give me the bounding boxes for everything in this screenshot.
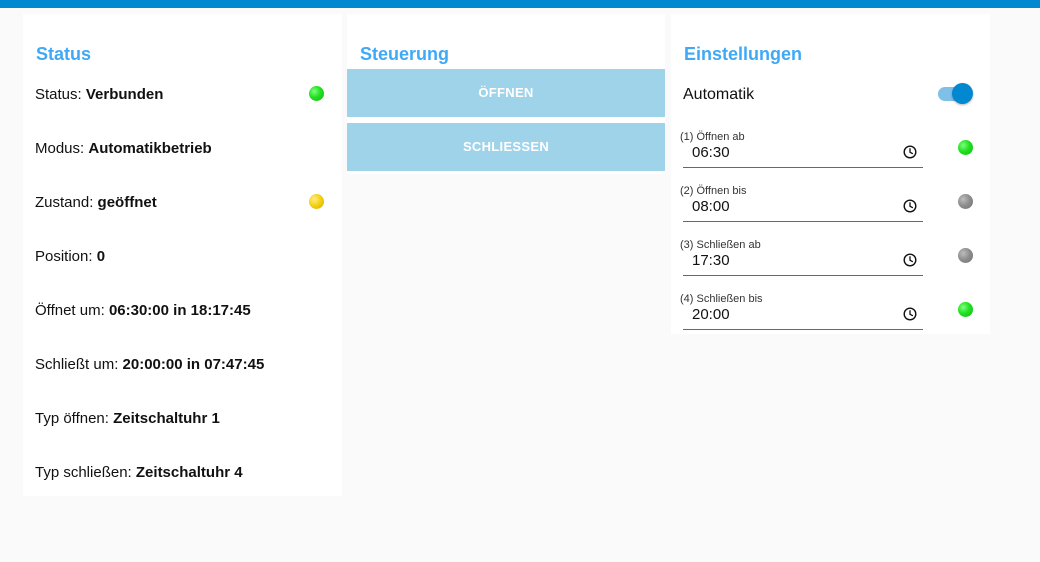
timer-value[interactable]: 06:30 (692, 144, 730, 162)
automatik-label: Automatik (683, 86, 755, 103)
status-row-state: Zustand: geöffnet (35, 191, 157, 215)
status-row-value: geöffnet (97, 194, 157, 211)
timer-field-close-from[interactable]: (3) Schließen ab 17:30 (680, 239, 923, 276)
clock-icon[interactable] (903, 307, 917, 321)
timer-field-close-until[interactable]: (4) Schließen bis 20:00 (680, 293, 923, 330)
settings-title: Einstellungen (684, 44, 803, 64)
status-row-closes-at: Schließt um: 20:00:00 in 07:47:45 (35, 353, 264, 377)
status-row-label: Status: (35, 86, 86, 103)
status-row-mode: Modus: Automatikbetrieb (35, 137, 212, 161)
timer-4-led-icon (958, 302, 973, 317)
clock-icon[interactable] (903, 199, 917, 213)
status-row-value: Automatikbetrieb (88, 140, 212, 157)
timer-label: (2) Öffnen bis (680, 185, 747, 197)
timer-value[interactable]: 17:30 (692, 252, 730, 270)
timer-2-led-icon (958, 194, 973, 209)
timer-label: (4) Schließen bis (680, 293, 763, 305)
settings-card: Einstellungen Automatik (1) Öffnen ab 06… (671, 14, 990, 334)
clock-icon[interactable] (903, 253, 917, 267)
connection-status-led-icon (309, 86, 324, 101)
status-row-value: 20:00:00 in 07:47:45 (122, 356, 265, 373)
status-row-label: Typ schließen: (35, 464, 136, 481)
control-title: Steuerung (360, 44, 450, 64)
control-card: Steuerung ÖFFNEN SCHLIESSEN (347, 14, 665, 174)
timer-label: (3) Schließen ab (680, 239, 761, 251)
timer-value[interactable]: 20:00 (692, 306, 730, 324)
timer-field-open-until[interactable]: (2) Öffnen bis 08:00 (680, 185, 923, 222)
status-row-label: Modus: (35, 140, 89, 157)
status-row-label: Zustand: (35, 194, 98, 211)
status-row-open-type: Typ öffnen: Zeitschaltuhr 1 (35, 407, 220, 431)
status-row-value: 06:30:00 in 18:17:45 (108, 302, 251, 319)
status-row-label: Position: (35, 248, 97, 265)
timer-value[interactable]: 08:00 (692, 198, 730, 216)
status-row-label: Schließt um: (35, 356, 123, 373)
automatik-toggle[interactable] (937, 83, 973, 105)
state-led-icon (309, 194, 324, 209)
status-row-close-type: Typ schließen: Zeitschaltuhr 4 (35, 461, 243, 485)
status-row-value: Verbunden (85, 86, 164, 103)
status-row-value: 0 (96, 248, 106, 265)
timer-field-open-from[interactable]: (1) Öffnen ab 06:30 (680, 131, 923, 168)
status-row-label: Typ öffnen: (35, 410, 114, 427)
status-row-value: Zeitschaltuhr 4 (135, 464, 243, 481)
timer-3-led-icon (958, 248, 973, 263)
toggle-knob[interactable] (952, 83, 973, 104)
open-button[interactable]: ÖFFNEN (347, 69, 665, 117)
status-card: Status Status: Verbunden Modus: Automati… (23, 14, 342, 496)
status-row-label: Öffnet um: (35, 302, 109, 319)
top-app-bar (0, 0, 1040, 8)
status-title: Status (36, 44, 92, 64)
timer-label: (1) Öffnen ab (680, 131, 745, 143)
close-button[interactable]: SCHLIESSEN (347, 123, 665, 171)
status-row-value: Zeitschaltuhr 1 (113, 410, 220, 427)
timer-1-led-icon (958, 140, 973, 155)
status-row-connection: Status: Verbunden (35, 83, 163, 107)
clock-icon[interactable] (903, 145, 917, 159)
status-row-opens-at: Öffnet um: 06:30:00 in 18:17:45 (35, 299, 251, 323)
status-row-position: Position: 0 (35, 245, 105, 269)
